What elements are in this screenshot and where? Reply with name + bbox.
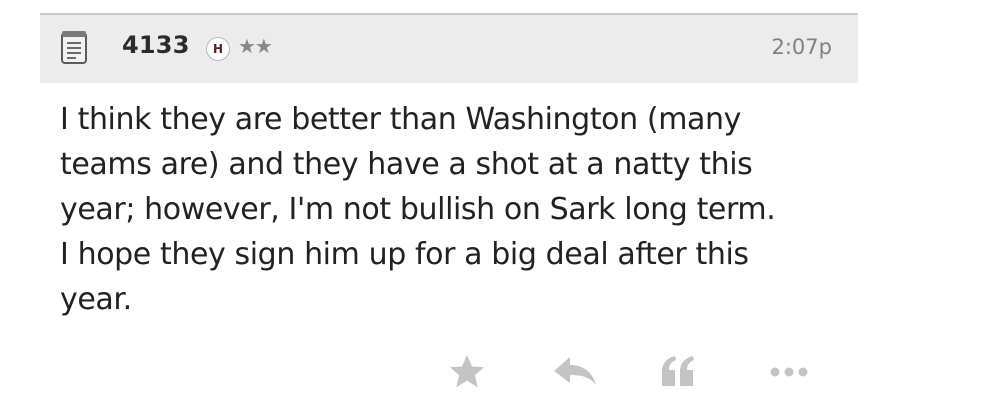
premium-badge: H: [206, 37, 230, 61]
post-timestamp: 2:07p: [771, 35, 833, 59]
post-body-text: I think they are better than Washington …: [60, 102, 776, 317]
post-header: 4133 H ★★ 2:07p: [40, 13, 858, 83]
more-icon: [766, 352, 812, 392]
more-options-button[interactable]: [766, 352, 812, 394]
reply-button[interactable]: [552, 352, 598, 394]
reply-icon: [552, 352, 598, 392]
star-icon: [447, 352, 487, 392]
star-button[interactable]: [447, 352, 487, 394]
quote-icon: [658, 352, 698, 392]
notepad-icon: [60, 29, 88, 65]
user-rank-stars: ★★: [238, 34, 273, 58]
post: 4133 H ★★ 2:07p: [40, 13, 858, 83]
username-link[interactable]: 4133: [122, 31, 190, 59]
quote-button[interactable]: [658, 352, 698, 394]
